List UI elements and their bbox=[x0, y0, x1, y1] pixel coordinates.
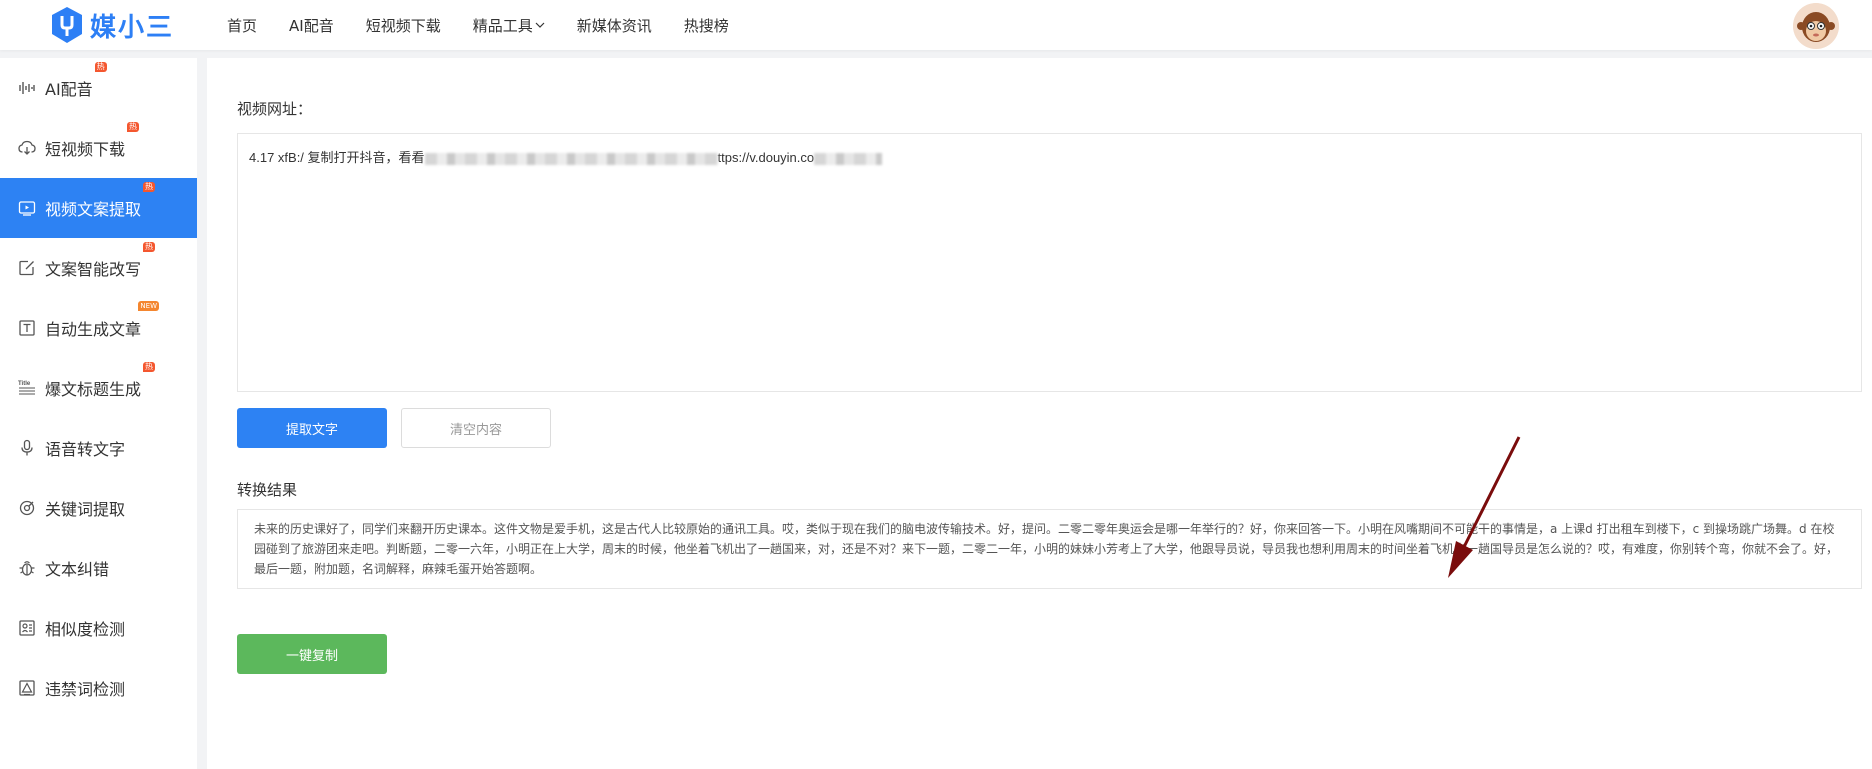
logo-icon bbox=[52, 7, 82, 43]
nav-ai-voice[interactable]: AI配音 bbox=[289, 15, 334, 36]
video-url-label: 视频网址： bbox=[237, 100, 313, 118]
extract-text-button[interactable]: 提取文字 bbox=[237, 408, 387, 448]
hot-badge: 热 bbox=[143, 242, 156, 252]
edit-icon bbox=[19, 260, 34, 276]
result-text-area[interactable]: 未来的历史课好了，同学们来翻开历史课本。这件文物是爱手机，这是古代人比较原始的通… bbox=[237, 509, 1862, 589]
bug-icon bbox=[19, 561, 35, 576]
sidebar-item-label: AI配音 bbox=[45, 80, 93, 99]
url-text-mid: ttps://v.douyin.co bbox=[717, 150, 815, 165]
sidebar-item-label: 文案智能改写 bbox=[45, 260, 142, 279]
nav-video-download[interactable]: 短视频下载 bbox=[366, 15, 441, 36]
sidebar-item-label: 自动生成文章 bbox=[45, 320, 142, 339]
title-icon: Title bbox=[18, 381, 35, 395]
top-header: 媒小三 首页 AI配音 短视频下载 精品工具 新媒体资讯 热搜榜 bbox=[0, 0, 1872, 50]
sidebar-item-label: 语音转文字 bbox=[45, 440, 126, 459]
sidebar-item-label: 爆文标题生成 bbox=[45, 380, 142, 399]
sidebar-item-label: 关键词提取 bbox=[45, 500, 126, 519]
sidebar-item-ai-voice[interactable]: AI配音 热 bbox=[0, 58, 197, 118]
warning-box-icon bbox=[19, 680, 35, 696]
user-avatar[interactable] bbox=[1793, 3, 1839, 49]
svg-text:Title: Title bbox=[18, 381, 31, 387]
waveform-icon bbox=[19, 82, 35, 94]
hot-badge: 热 bbox=[143, 362, 156, 372]
sidebar-item-label: 短视频下载 bbox=[45, 140, 126, 159]
hot-badge: 热 bbox=[94, 62, 107, 72]
sidebar-item-text-correct[interactable]: 文本纠错 bbox=[0, 538, 197, 598]
similarity-icon bbox=[19, 620, 35, 636]
sidebar-item-rewrite[interactable]: 文案智能改写 热 bbox=[0, 238, 197, 298]
result-text: 未来的历史课好了，同学们来翻开历史课本。这件文物是爱手机，这是古代人比较原始的通… bbox=[254, 522, 1839, 576]
sidebar-item-label: 文本纠错 bbox=[45, 560, 110, 579]
text-box-icon bbox=[19, 320, 35, 336]
main-panel: 视频网址： 4.17 xfB:/ 复制打开抖音，看看 ttps://v.douyi… bbox=[207, 58, 1872, 769]
clear-content-button[interactable]: 清空内容 bbox=[401, 408, 551, 448]
hot-badge: 热 bbox=[127, 122, 140, 132]
new-badge: NEW bbox=[138, 301, 160, 311]
sidebar-item-forbidden-words[interactable]: 违禁词检测 bbox=[0, 658, 197, 718]
sidebar-item-label: 视频文案提取 bbox=[45, 200, 142, 219]
sidebar-item-speech-to-text[interactable]: 语音转文字 bbox=[0, 418, 197, 478]
nav-home[interactable]: 首页 bbox=[227, 15, 257, 36]
logo[interactable]: 媒小三 bbox=[50, 6, 174, 44]
nav-tools-dropdown[interactable]: 精品工具 bbox=[473, 15, 545, 36]
blurred-text bbox=[424, 152, 718, 165]
monkey-avatar-icon bbox=[1793, 3, 1839, 49]
hot-badge: 热 bbox=[143, 182, 156, 192]
sidebar-item-label: 违禁词检测 bbox=[45, 680, 126, 699]
blurred-text bbox=[814, 152, 883, 165]
sidebar-item-keyword-extract[interactable]: 关键词提取 bbox=[0, 478, 197, 538]
sidebar-item-auto-article[interactable]: 自动生成文章 NEW bbox=[0, 298, 197, 358]
video-icon bbox=[18, 201, 36, 216]
chevron-down-icon bbox=[535, 22, 545, 28]
keyword-icon bbox=[19, 500, 35, 516]
url-text-start: 4.17 xfB:/ 复制打开抖音，看看 bbox=[249, 150, 425, 165]
cloud-download-icon bbox=[18, 140, 36, 155]
nav-tools-label: 精品工具 bbox=[472, 16, 533, 35]
nav-news[interactable]: 新媒体资讯 bbox=[577, 15, 652, 36]
sidebar-item-similarity[interactable]: 相似度检测 bbox=[0, 598, 197, 658]
video-url-input[interactable]: 4.17 xfB:/ 复制打开抖音，看看 ttps://v.douyin.co bbox=[237, 133, 1862, 392]
sidebar-item-title-generate[interactable]: Title 爆文标题生成 热 bbox=[0, 358, 197, 418]
nav-hot-search[interactable]: 热搜榜 bbox=[684, 15, 729, 36]
copy-all-button[interactable]: 一键复制 bbox=[237, 634, 387, 674]
sidebar-item-label: 相似度检测 bbox=[45, 620, 126, 639]
sidebar-item-video-text-extract[interactable]: 视频文案提取 热 bbox=[0, 178, 197, 238]
sidebar: AI配音 热 短视频下载 热 视频文案提取 热 文案智能改写 热 自动生成文章 … bbox=[0, 58, 197, 769]
brand-name: 媒小三 bbox=[90, 12, 175, 43]
sidebar-item-video-download[interactable]: 短视频下载 热 bbox=[0, 118, 197, 178]
result-label: 转换结果 bbox=[237, 481, 298, 499]
microphone-icon bbox=[21, 439, 33, 456]
top-nav: 首页 AI配音 短视频下载 精品工具 新媒体资讯 热搜榜 bbox=[227, 0, 761, 50]
